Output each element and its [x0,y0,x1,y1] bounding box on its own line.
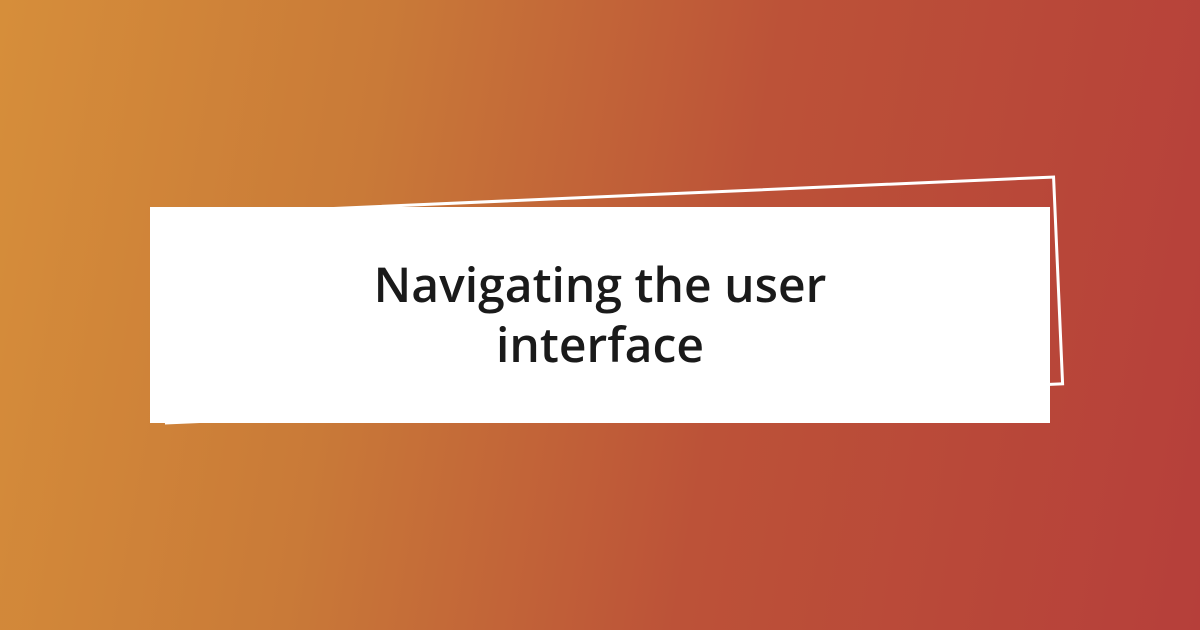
title-card: Navigating the user interface [150,207,1050,423]
title-box: Navigating the user interface [150,207,1050,423]
title-heading: Navigating the user interface [280,255,920,375]
